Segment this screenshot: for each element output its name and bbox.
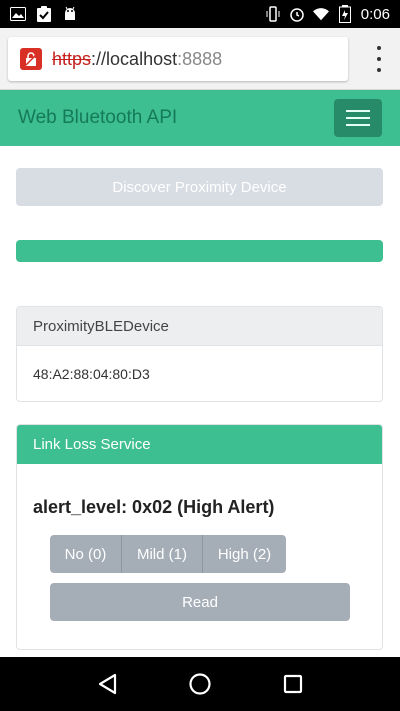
- image-icon: [10, 6, 26, 22]
- alert-no-button[interactable]: No (0): [50, 535, 122, 573]
- url-host: localhost: [106, 48, 178, 69]
- vibrate-icon: [265, 6, 281, 22]
- clipboard-check-icon: [36, 6, 52, 22]
- battery-icon: [337, 5, 353, 23]
- link-loss-card: Link Loss Service alert_level: 0x02 (Hig…: [16, 424, 383, 650]
- app-navbar: Web Bluetooth API: [0, 90, 400, 146]
- home-icon[interactable]: [186, 670, 214, 698]
- link-loss-card-header: Link Loss Service: [17, 425, 382, 464]
- progress-fill: [16, 240, 383, 262]
- url-scheme: https: [52, 48, 92, 69]
- device-address: 48:A2:88:04:80:D3: [33, 366, 150, 382]
- status-bar: 0:06: [0, 0, 400, 28]
- navbar-brand[interactable]: Web Bluetooth API: [18, 107, 177, 129]
- device-card: ProximityBLEDevice 48:A2:88:04:80:D3: [16, 306, 383, 402]
- lock-icon[interactable]: [20, 48, 42, 70]
- device-card-header: ProximityBLEDevice: [17, 307, 382, 346]
- browser-toolbar: https://localhost:8888: [0, 28, 400, 90]
- alert-level-value: alert_level: 0x02 (High Alert): [33, 497, 275, 517]
- url-text: https://localhost:8888: [52, 49, 222, 70]
- progress-bar: [16, 240, 383, 262]
- navbar-toggle-button[interactable]: [334, 99, 382, 137]
- main-content: Discover Proximity Device ProximityBLEDe…: [0, 146, 400, 657]
- alarm-icon: [289, 6, 305, 22]
- back-icon[interactable]: [93, 670, 121, 698]
- recents-icon[interactable]: [279, 670, 307, 698]
- wifi-icon: [312, 6, 329, 22]
- discover-button[interactable]: Discover Proximity Device: [16, 168, 383, 206]
- system-nav-bar: [0, 657, 400, 711]
- alert-high-button[interactable]: High (2): [203, 535, 286, 573]
- url-bar[interactable]: https://localhost:8888: [8, 37, 348, 81]
- hamburger-icon: [346, 110, 370, 112]
- android-icon: [62, 6, 78, 22]
- overflow-menu-icon[interactable]: [376, 46, 382, 72]
- alert-level-button-group: No (0) Mild (1) High (2): [50, 535, 286, 573]
- status-time: 0:06: [360, 5, 390, 23]
- read-button[interactable]: Read: [50, 583, 350, 621]
- url-port: :8888: [177, 48, 223, 69]
- alert-mild-button[interactable]: Mild (1): [122, 535, 203, 573]
- url-separator: ://: [91, 48, 107, 69]
